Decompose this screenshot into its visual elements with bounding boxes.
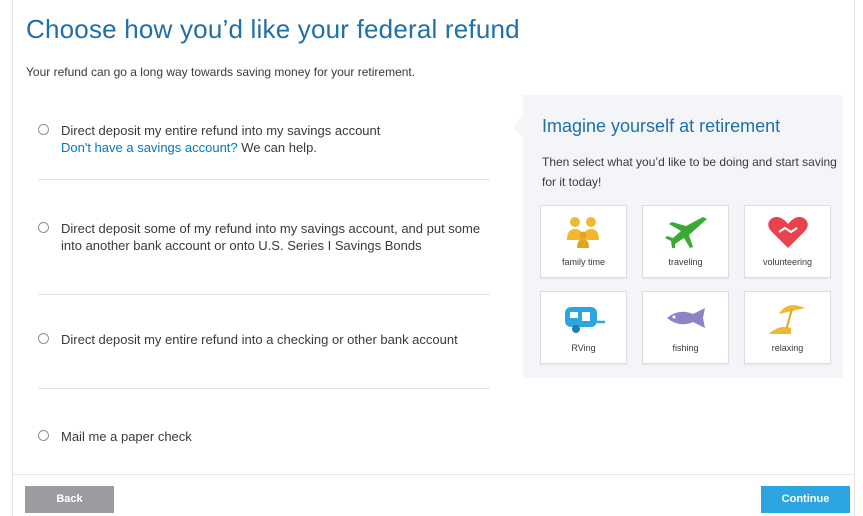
option-label: Direct deposit some of my refund into my… (61, 221, 481, 253)
radio-savings-full[interactable] (38, 124, 49, 135)
divider (38, 388, 490, 389)
option-label: Mail me a paper check (61, 429, 192, 444)
divider (38, 179, 490, 180)
fish-icon (667, 308, 705, 328)
tile-label: traveling (668, 257, 703, 267)
continue-button[interactable]: Continue (761, 486, 850, 513)
tile-label: volunteering (762, 257, 813, 267)
tile-label: fishing (672, 343, 699, 353)
footer-divider (13, 474, 854, 475)
option-label: Direct deposit my entire refund into a c… (61, 332, 458, 347)
family-icon (567, 217, 599, 248)
tile-label: relaxing (771, 343, 804, 353)
airplane-icon (665, 217, 707, 248)
back-button[interactable]: Back (25, 486, 114, 513)
tile-rving[interactable]: RVing (540, 291, 627, 364)
retirement-panel: Imagine yourself at retirement Then sele… (513, 95, 843, 378)
tile-family-time[interactable]: family time (540, 205, 627, 278)
tile-fishing[interactable]: fishing (642, 291, 729, 364)
radio-checking[interactable] (38, 333, 49, 344)
panel-title: Imagine yourself at retirement (542, 116, 781, 136)
page-title: Choose how you’d like your federal refun… (26, 14, 520, 44)
panel-text: Then select what you’d like to be doing … (542, 155, 837, 189)
beach-umbrella-icon (769, 305, 805, 335)
tile-label: RVing (571, 343, 596, 353)
option-text: Direct deposit my entire refund into my … (61, 123, 381, 138)
divider (38, 294, 490, 295)
radio-split-refund[interactable] (38, 222, 49, 233)
panel-pointer (513, 115, 523, 139)
tile-label: family time (561, 257, 605, 267)
tile-relaxing[interactable]: relaxing (744, 291, 831, 364)
heart-hands-icon (768, 216, 808, 248)
page-subtitle: Your refund can go a long way towards sa… (26, 65, 416, 79)
tile-traveling[interactable]: traveling (642, 205, 729, 278)
option-label: Direct deposit my entire refund into my … (61, 122, 491, 156)
rv-trailer-icon (565, 307, 605, 333)
savings-help-link[interactable]: Don't have a savings account? (61, 140, 238, 155)
radio-paper-check[interactable] (38, 430, 49, 441)
tile-volunteering[interactable]: volunteering (744, 205, 831, 278)
option-help-text: We can help. (237, 140, 317, 155)
